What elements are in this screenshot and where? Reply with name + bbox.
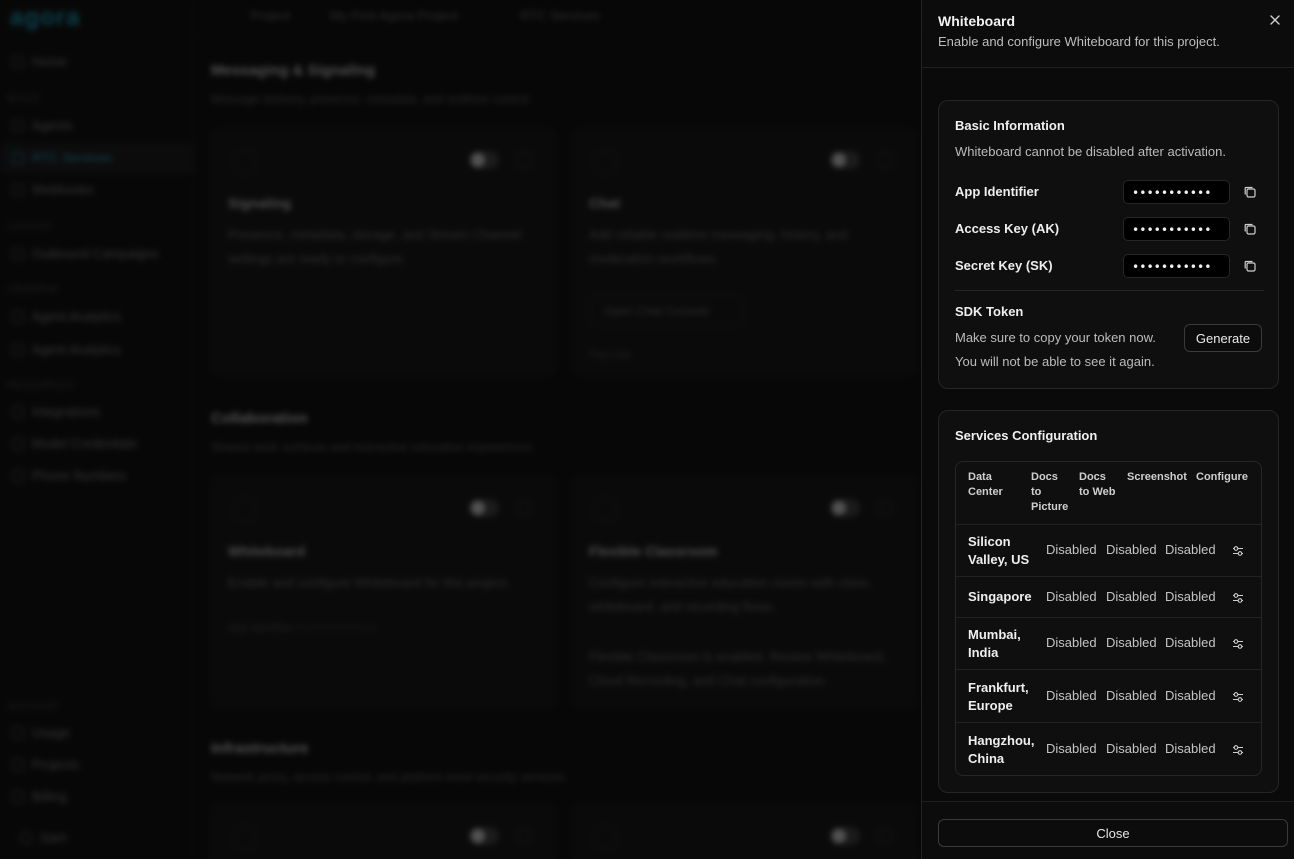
sdk-token-note-1: Make sure to copy your token now.	[955, 330, 1156, 345]
copy-icon[interactable]	[1243, 222, 1257, 236]
basic-information-title: Basic Information	[955, 118, 1065, 133]
divider	[955, 290, 1264, 291]
close-button[interactable]: Close	[938, 819, 1288, 847]
table-row: Frankfurt, Europe Disabled Disabled Disa…	[956, 669, 1261, 722]
app-root: agora Home BUILD Agents RTC Services Web…	[0, 0, 1294, 859]
drawer-header: Whiteboard Enable and configure Whiteboa…	[922, 0, 1294, 68]
drawer-title: Whiteboard	[938, 13, 1015, 29]
drawer-footer: Close	[922, 801, 1294, 859]
sliders-icon[interactable]	[1231, 591, 1245, 605]
docs-to-picture-status: Disabled	[1046, 589, 1097, 604]
secret-key-label: Secret Key (SK)	[955, 258, 1053, 273]
whiteboard-drawer: Whiteboard Enable and configure Whiteboa…	[921, 0, 1294, 859]
column-header-data-center: Data Center	[968, 471, 1003, 498]
data-center-cell: Frankfurt, Europe	[968, 680, 1029, 713]
column-header-docs-to-web: Docs to Web	[1079, 471, 1116, 498]
copy-icon[interactable]	[1243, 259, 1257, 273]
docs-to-picture-status: Disabled	[1046, 688, 1097, 703]
table-row: Mumbai, India Disabled Disabled Disabled	[956, 617, 1261, 669]
table-row: Silicon Valley, US Disabled Disabled Dis…	[956, 524, 1261, 576]
docs-to-picture-status: Disabled	[1046, 635, 1097, 650]
sdk-token-note-2: You will not be able to see it again.	[955, 354, 1155, 369]
screenshot-status: Disabled	[1165, 589, 1216, 604]
services-configuration-title: Services Configuration	[955, 428, 1098, 443]
data-center-cell: Hangzhou, China	[968, 733, 1035, 766]
modal-overlay[interactable]	[0, 0, 921, 859]
docs-to-web-status: Disabled	[1106, 542, 1157, 557]
data-center-cell: Mumbai, India	[968, 627, 1021, 660]
column-header-screenshot: Screenshot	[1127, 471, 1187, 483]
sliders-icon[interactable]	[1231, 690, 1245, 704]
access-key-label: Access Key (AK)	[955, 221, 1060, 236]
column-header-docs-to-picture: Docs to Picture	[1031, 471, 1069, 513]
docs-to-web-status: Disabled	[1106, 741, 1157, 756]
docs-to-web-status: Disabled	[1106, 635, 1157, 650]
screenshot-status: Disabled	[1165, 688, 1216, 703]
screenshot-status: Disabled	[1165, 635, 1216, 650]
docs-to-web-status: Disabled	[1106, 589, 1157, 604]
generate-button[interactable]: Generate	[1184, 324, 1262, 352]
close-icon[interactable]	[1267, 12, 1283, 28]
services-table: Data Center Docs to Picture Docs to Web …	[955, 461, 1262, 776]
sliders-icon[interactable]	[1231, 544, 1245, 558]
copy-icon[interactable]	[1243, 185, 1257, 199]
services-configuration-panel: Services Configuration Data Center Docs …	[938, 410, 1279, 793]
sliders-icon[interactable]	[1231, 637, 1245, 651]
docs-to-web-status: Disabled	[1106, 688, 1157, 703]
sdk-token-title: SDK Token	[955, 304, 1024, 319]
screenshot-status: Disabled	[1165, 741, 1216, 756]
activation-note: Whiteboard cannot be disabled after acti…	[955, 144, 1227, 159]
app-identifier-label: App Identifier	[955, 184, 1039, 199]
sliders-icon[interactable]	[1231, 743, 1245, 757]
data-center-cell: Singapore	[968, 589, 1032, 604]
drawer-body: Basic Information Whiteboard cannot be d…	[922, 68, 1294, 801]
docs-to-picture-status: Disabled	[1046, 741, 1097, 756]
table-row: Singapore Disabled Disabled Disabled	[956, 576, 1261, 617]
screenshot-status: Disabled	[1165, 542, 1216, 557]
data-center-cell: Silicon Valley, US	[968, 534, 1030, 567]
drawer-subtitle: Enable and configure Whiteboard for this…	[938, 34, 1220, 49]
access-key-value[interactable]: •••••••••••	[1123, 217, 1230, 241]
docs-to-picture-status: Disabled	[1046, 542, 1097, 557]
basic-information-panel: Basic Information Whiteboard cannot be d…	[938, 100, 1279, 389]
app-identifier-value[interactable]: •••••••••••	[1123, 180, 1230, 204]
column-header-configure: Configure	[1196, 471, 1248, 483]
table-row: Hangzhou, China Disabled Disabled Disabl…	[956, 722, 1261, 775]
secret-key-value[interactable]: •••••••••••	[1123, 254, 1230, 278]
